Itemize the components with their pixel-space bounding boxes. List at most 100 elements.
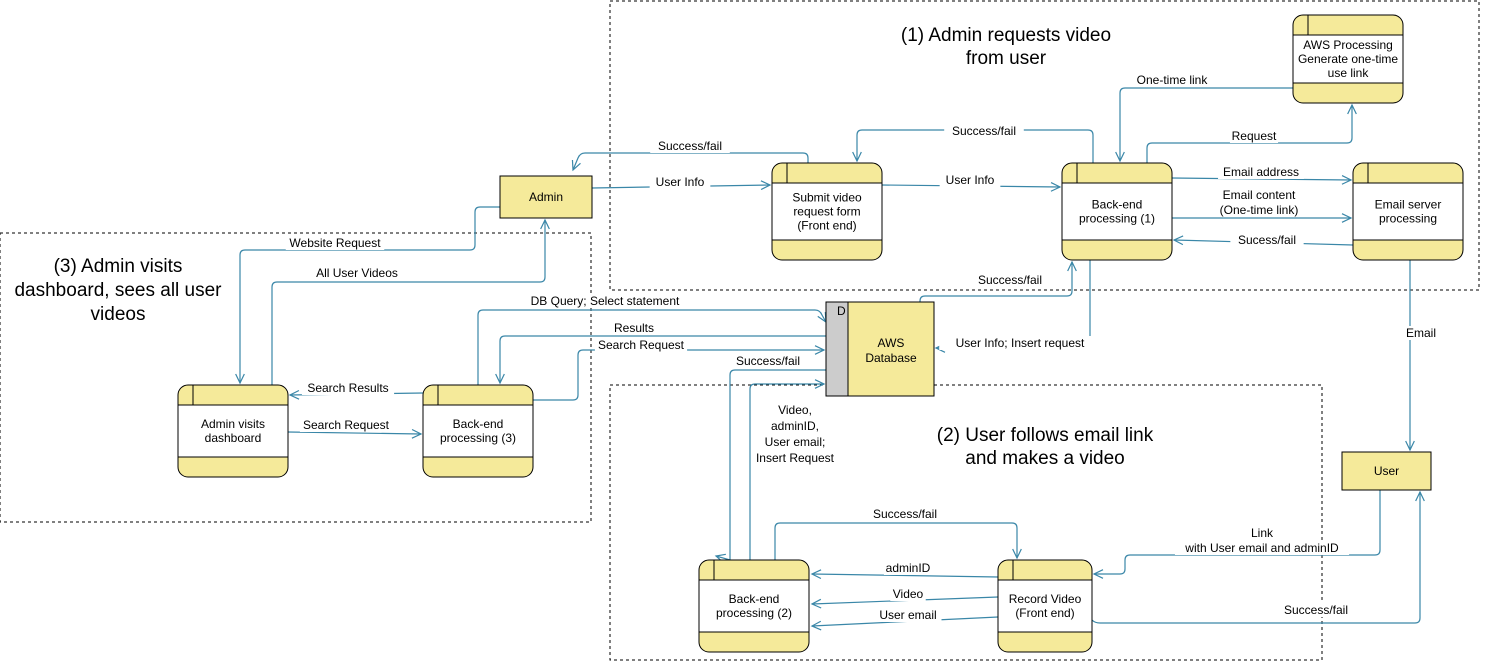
flow-be2-to-record[interactable] — [774, 522, 1022, 560]
flow-label-line: All User Videos — [316, 266, 398, 280]
process-label-line: processing (1) — [1079, 212, 1155, 226]
process-label-line: Admin visits — [201, 417, 265, 431]
flow-label: One-time link — [1129, 73, 1215, 87]
process-label-line: (Front end) — [1015, 606, 1074, 620]
flow-label-line: Success/fail — [952, 124, 1016, 138]
flow-label: User Info; Insert request — [939, 336, 1101, 350]
flow-label-line: User email — [879, 608, 936, 622]
process-label-line: Submit video — [792, 191, 862, 205]
flow-label-line: Sucess/fail — [1238, 233, 1296, 247]
process-label-line: AWS Processing — [1303, 38, 1393, 52]
group-title-g2-line: and makes a video — [965, 448, 1125, 469]
flow-label: Video — [890, 587, 926, 601]
entity-label: Admin — [529, 190, 563, 204]
process-label-line: dashboard — [205, 431, 262, 445]
flow-label: DB Query; Select statement — [521, 294, 689, 308]
flow-record-to-user[interactable] — [1091, 490, 1425, 624]
flow-label-line: Search Request — [303, 418, 390, 432]
group-title-g1-line: from user — [966, 48, 1047, 69]
flow-label: Search Results — [301, 381, 395, 395]
flow-label: Success/fail — [970, 273, 1050, 287]
process-label-line: Back-end — [729, 592, 780, 606]
flow-label: User email — [874, 608, 942, 622]
process-label: Submit videorequest form(Front end) — [792, 191, 862, 233]
flow-label-line: Search Results — [307, 381, 388, 395]
process-label-line: processing (3) — [440, 431, 516, 445]
process-be3[interactable]: Back-endprocessing (3) — [422, 384, 534, 478]
process-aws[interactable]: AWS ProcessingGenerate one-timeuse link — [1292, 14, 1404, 104]
flow-label: Email content(One-time link) — [1209, 188, 1309, 217]
process-label-line: use link — [1328, 66, 1370, 80]
flow-label: Email address — [1218, 165, 1304, 179]
flow-label: Success/fail — [944, 124, 1024, 138]
group-title-g3-line: dashboard, sees all user — [14, 280, 222, 301]
flow-email-to-user[interactable] — [1405, 260, 1415, 452]
flow-label: Success/fail — [865, 507, 945, 521]
flow-label-line: User email; — [765, 435, 826, 449]
flow-label: Search Request — [299, 418, 393, 432]
process-label-line: Record Video — [1009, 592, 1082, 606]
group-title-g2: (2) User follows email linkand makes a v… — [937, 425, 1154, 469]
flow-user-to-record[interactable] — [1092, 490, 1381, 579]
process-label-line: Email server — [1375, 198, 1442, 212]
flow-label-line: Success/fail — [658, 139, 722, 153]
flow-label-line: Website Request — [289, 236, 381, 250]
process-be1[interactable]: Back-endprocessing (1) — [1061, 162, 1173, 261]
flow-db-to-be2[interactable] — [714, 369, 826, 564]
flow-label-line: Search Request — [598, 338, 685, 352]
process-label-line: processing (2) — [716, 606, 792, 620]
process-label: Record Video(Front end) — [1009, 592, 1082, 620]
flow-label-line: Request — [1232, 129, 1277, 143]
flow-label-line: (One-time link) — [1220, 203, 1299, 217]
entity-user[interactable]: User — [1341, 451, 1432, 491]
flow-label: Success/fail — [728, 354, 808, 368]
flow-label-line: DB Query; Select statement — [531, 294, 680, 308]
process-label-line: Back-end — [453, 417, 504, 431]
flow-label: Request — [1229, 129, 1279, 143]
flow-label-line: Email content — [1223, 188, 1296, 202]
flow-label: User Info — [649, 175, 711, 189]
flow-label: All User Videos — [307, 266, 407, 280]
data-flow-diagram: (1) Admin requests video from user (2) Use… — [0, 0, 1504, 661]
datastore-aws-database[interactable]: D AWSDatabase — [825, 301, 935, 397]
datastore-tag: D — [837, 304, 846, 318]
flow-label: Success/fail — [1276, 603, 1356, 617]
group-title-g1-line: (1) Admin requests video — [901, 25, 1111, 46]
flow-label-line: adminID — [886, 561, 931, 575]
process-dash[interactable]: Admin visitsdashboard — [177, 384, 289, 478]
flow-label-line: User Info — [946, 173, 995, 187]
flow-label: Results — [609, 321, 659, 335]
process-label-line: (Front end) — [797, 219, 856, 233]
datastore-label-line: Database — [865, 351, 917, 365]
flow-label-line: Email address — [1223, 165, 1299, 179]
flow-aws-to-be1[interactable] — [1115, 87, 1293, 163]
flow-label-line: Link — [1251, 526, 1274, 540]
process-label: Email serverprocessing — [1375, 198, 1442, 226]
process-label-line: processing — [1379, 212, 1437, 226]
flow-label: Success/fail — [650, 139, 730, 153]
group-title-g2-line: (2) User follows email link — [937, 425, 1154, 446]
flow-label-line: adminID, — [771, 419, 819, 433]
flow-label: Search Request — [594, 338, 688, 352]
process-record[interactable]: Record Video(Front end) — [997, 559, 1093, 653]
flow-label: Video, adminID, User email; Insert Request — [756, 403, 835, 465]
flow-label: Linkwith User email and adminID — [1174, 526, 1350, 555]
entity-label: User — [1374, 464, 1399, 478]
flow-label-line: User Info; Insert request — [956, 336, 1085, 350]
process-label-line: request form — [793, 205, 860, 219]
flow-label-line: User Info — [656, 175, 705, 189]
group-title-g3-line: videos — [91, 304, 146, 325]
process-label: Admin visitsdashboard — [201, 417, 265, 445]
flow-submit-to-admin[interactable] — [571, 152, 809, 172]
group-title-g1: (1) Admin requests videofrom user — [901, 25, 1111, 69]
process-submit[interactable]: Submit videorequest form(Front end) — [771, 162, 883, 261]
entity-admin[interactable]: Admin — [499, 175, 593, 219]
flow-label-line: Video — [893, 587, 924, 601]
flow-label-line: with User email and adminID — [1184, 541, 1339, 555]
process-be2[interactable]: Back-endprocessing (2) — [698, 559, 810, 653]
flow-label-line: Video, — [778, 403, 812, 417]
process-email[interactable]: Email serverprocessing — [1352, 162, 1464, 261]
flow-label-line: Success/fail — [873, 507, 937, 521]
flow-label-line: Email — [1406, 326, 1436, 340]
flow-label: adminID — [883, 561, 933, 575]
